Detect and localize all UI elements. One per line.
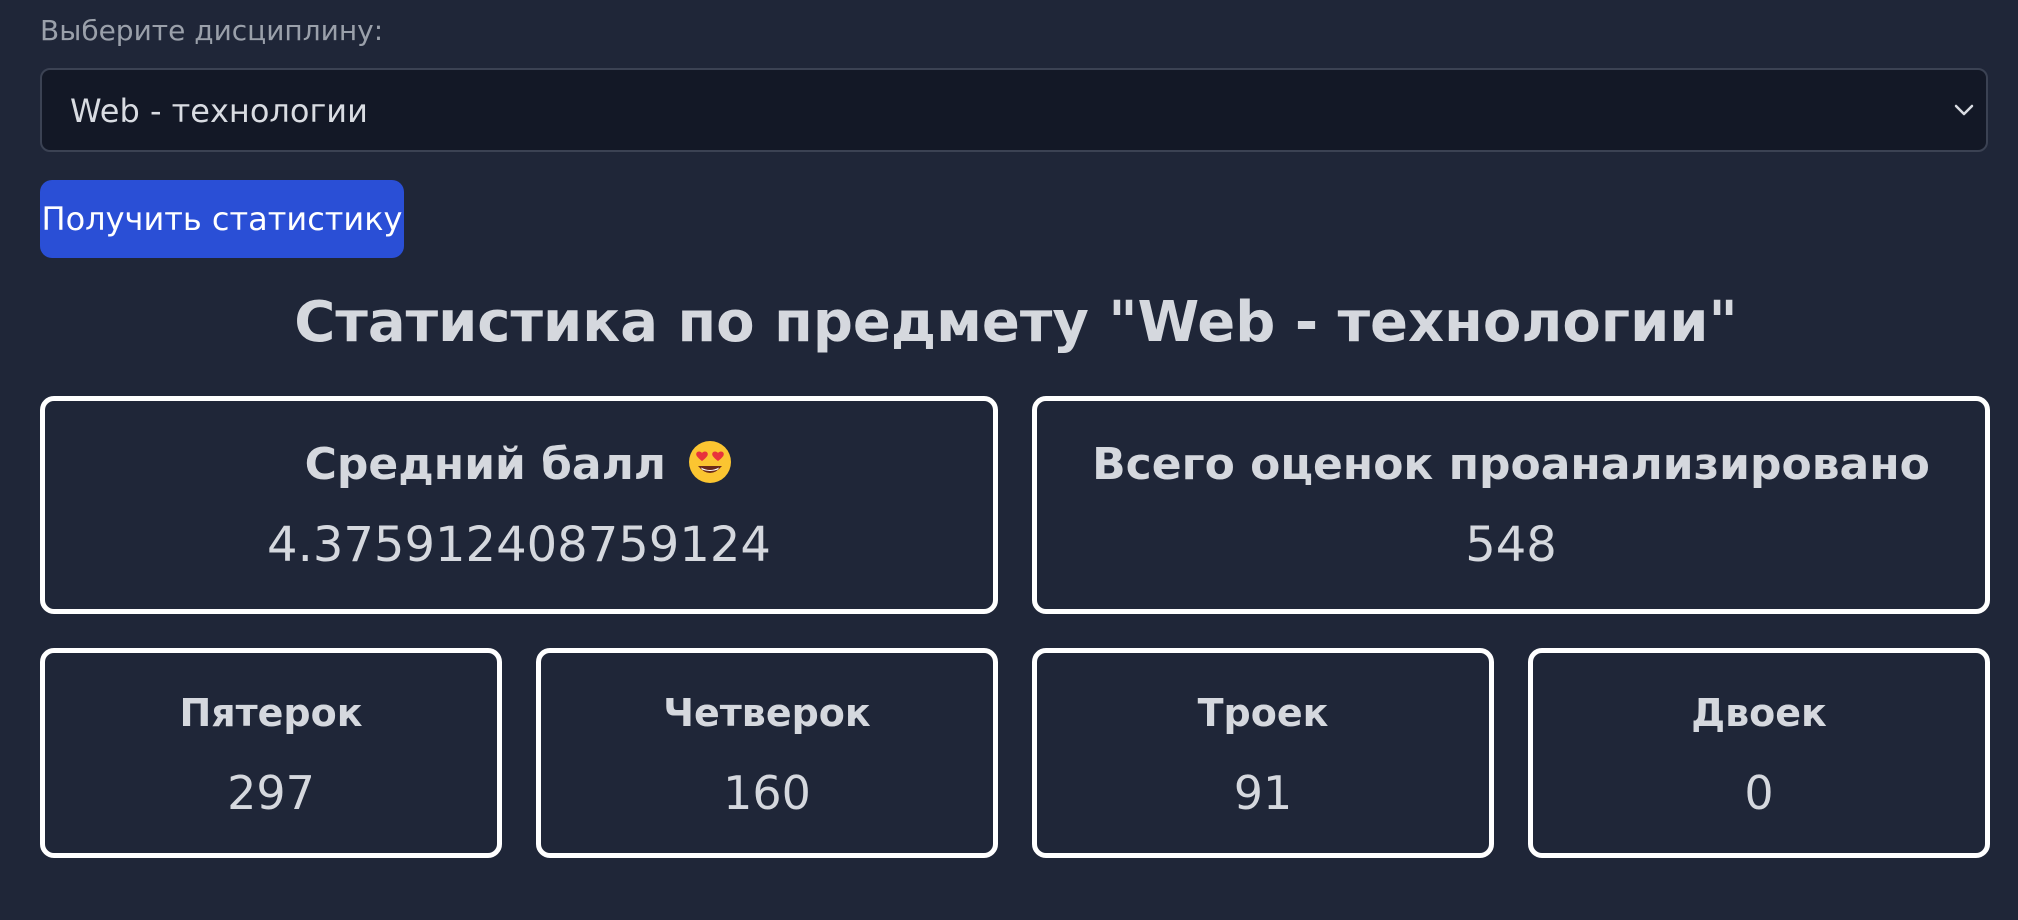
total-grades-value: 548: [1465, 517, 1557, 573]
heart-eyes-emoji-icon: [689, 441, 732, 483]
grade-card-value: 160: [723, 766, 811, 820]
chevron-down-icon: [1954, 104, 1974, 116]
average-score-label: Средний балл: [304, 439, 667, 490]
grade-card-title: Двоек: [1691, 691, 1827, 735]
total-grades-card: Всего оценок проанализировано 548: [1032, 396, 1990, 614]
grade-card-threes: Троек 91: [1032, 648, 1494, 858]
average-score-title: Средний балл: [45, 437, 993, 493]
grade-card-value: 297: [227, 766, 315, 820]
discipline-label: Выберите дисциплину:: [40, 14, 384, 47]
discipline-select-value: Web - технологии: [70, 92, 368, 130]
stats-heading: Статистика по предмету "Web - технологии…: [294, 290, 1738, 355]
grade-card-fives: Пятерок 297: [40, 648, 502, 858]
average-score-card: Средний балл 4.375912408759124: [40, 396, 998, 614]
average-score-value: 4.375912408759124: [267, 517, 771, 573]
get-statistics-button[interactable]: Получить статистику: [40, 180, 404, 258]
grade-card-title: Троек: [1197, 691, 1329, 735]
grade-card-twos: Двоек 0: [1528, 648, 1990, 858]
grade-card-title: Пятерок: [179, 691, 363, 735]
grade-card-title: Четверок: [663, 691, 871, 735]
grade-card-value: 0: [1744, 766, 1774, 820]
grade-card-value: 91: [1233, 766, 1293, 820]
total-grades-title: Всего оценок проанализировано: [1092, 439, 1930, 490]
discipline-select[interactable]: Web - технологии: [40, 68, 1988, 152]
grade-card-fours: Четверок 160: [536, 648, 998, 858]
